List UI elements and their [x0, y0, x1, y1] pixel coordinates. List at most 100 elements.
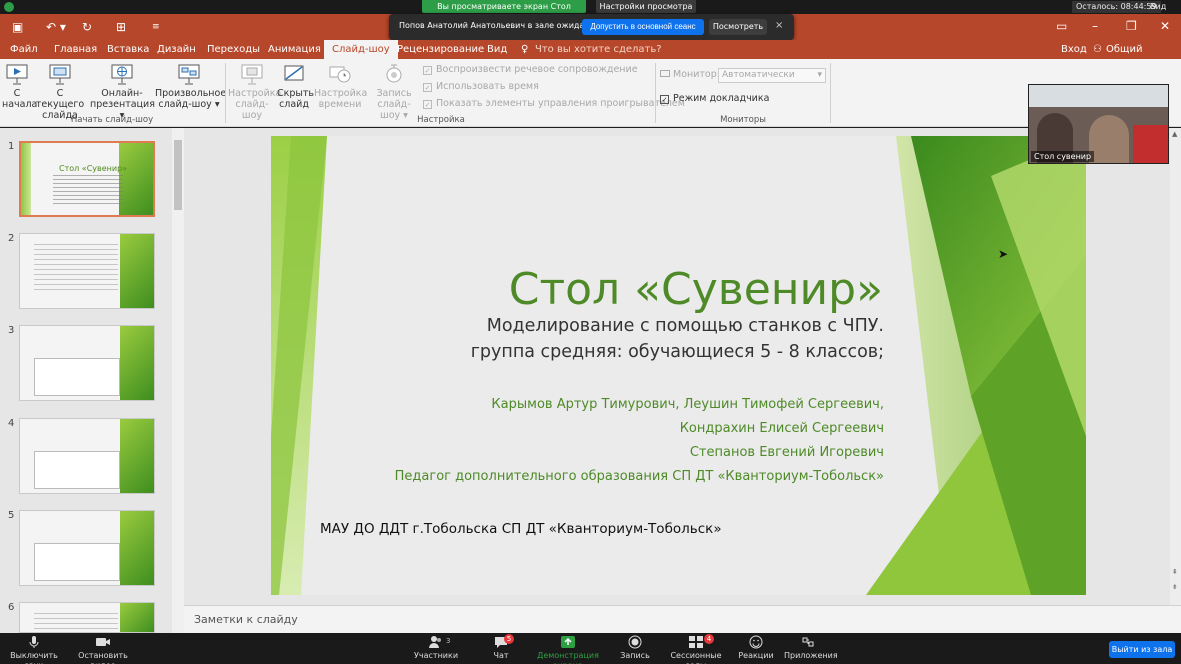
ribbon-body: Сначала С текущего слайда Онлайн-презента…: [0, 59, 1181, 127]
setup-slideshow-button[interactable]: Настройка слайд-шоу: [228, 63, 281, 121]
shield-icon[interactable]: [4, 2, 14, 12]
participant-video-tile[interactable]: Стол сувенир: [1028, 84, 1169, 164]
group-label-setup: Настройка: [417, 115, 465, 125]
chat-button[interactable]: Чат 5: [486, 634, 516, 661]
slide-thumbnail-5[interactable]: [19, 510, 155, 586]
slide-thumbnails-pane: 1 Стол «Сувенир» 2 3 4 5 6: [0, 128, 172, 633]
thumb-number: 5: [8, 510, 15, 521]
from-current-button[interactable]: С текущего слайда: [34, 63, 86, 121]
tab-slideshow[interactable]: Слайд-шоу: [324, 40, 398, 59]
slide-thumbnail-2[interactable]: [19, 233, 155, 309]
apps-button[interactable]: Приложения: [784, 635, 838, 661]
redo-icon[interactable]: ↻: [82, 18, 92, 36]
tab-file[interactable]: Файл: [10, 40, 38, 59]
breakout-rooms-icon: [689, 636, 703, 648]
notes-pane[interactable]: Заметки к слайду: [184, 605, 1181, 633]
undo-icon[interactable]: ↶ ▾: [46, 18, 66, 36]
tell-me-search[interactable]: Что вы хотите сделать?: [535, 40, 662, 59]
leave-meeting-button[interactable]: Выйти из зала: [1109, 641, 1175, 658]
rehearse-timings-button[interactable]: Настройка времени: [314, 63, 367, 110]
share-screen-button[interactable]: Демонстрация экрана: [528, 635, 608, 664]
view-button[interactable]: Вид: [1150, 1, 1166, 13]
ribbon-tabs: Файл Главная Вставка Дизайн Переходы Ани…: [0, 40, 1181, 74]
participant-name: Стол сувенир: [1031, 151, 1095, 162]
close-window-icon[interactable]: ✕: [1160, 17, 1170, 35]
share-screen-icon: [561, 636, 575, 648]
ribbon-display-icon[interactable]: ▭: [1056, 17, 1067, 35]
breakout-badge: 4: [704, 634, 714, 644]
slideshow-start-icon: [6, 64, 28, 85]
chat-badge: 5: [504, 634, 514, 644]
slide-thumbnail-1[interactable]: Стол «Сувенир»: [19, 141, 155, 217]
timings-checkbox[interactable]: ✓ Использовать время: [423, 81, 539, 92]
smiley-icon: [749, 635, 763, 649]
group-label-monitors: Мониторы: [720, 115, 766, 125]
slide-authors-1: Карымов Артур Тимурович, Леушин Тимофей …: [491, 397, 884, 412]
notes-placeholder: Заметки к слайду: [194, 613, 298, 626]
slide-thumbnail-3[interactable]: [19, 325, 155, 401]
narration-checkbox[interactable]: ✓ Воспроизвести речевое сопровождение: [423, 64, 638, 75]
apps-icon: [802, 637, 814, 647]
signin-link[interactable]: Вход: [1061, 40, 1087, 59]
lightbulb-icon: ♀: [521, 44, 529, 55]
thumb-number: 4: [8, 418, 15, 429]
mouse-cursor-icon: ➤: [998, 247, 1009, 261]
prev-slide-icon[interactable]: ⇞: [1172, 568, 1178, 576]
online-presentation-button[interactable]: Онлайн-презентация ▾: [90, 63, 155, 121]
scroll-up-icon[interactable]: ▲: [1172, 130, 1177, 138]
thumb-title: Стол «Сувенир»: [59, 164, 128, 173]
close-icon[interactable]: ×: [775, 20, 783, 31]
slide-organization: МАУ ДО ДДТ г.Тобольска СП ДТ «Кванториум…: [320, 521, 722, 537]
participants-button[interactable]: Участники 3: [414, 635, 458, 661]
participants-count: 3: [446, 637, 451, 645]
customize-toolbar-icon[interactable]: ≡: [152, 18, 160, 36]
presentation-icon[interactable]: ⊞: [116, 18, 126, 36]
thumbnails-scrollbar[interactable]: [172, 128, 184, 633]
tab-design[interactable]: Дизайн: [157, 40, 196, 59]
slide-thumbnail-4[interactable]: [19, 418, 155, 494]
slide-subtitle-2: группа средняя: обучающиеся 5 - 8 классо…: [470, 342, 884, 362]
from-beginning-button[interactable]: Сначала: [2, 63, 37, 110]
camera-icon: [96, 638, 110, 646]
slide-authors-2: Кондрахин Елисей Сергеевич: [679, 421, 884, 436]
tab-insert[interactable]: Вставка: [107, 40, 149, 59]
zoom-top-bar: Вы просматриваете экран Стол сувенир Нас…: [0, 0, 1181, 24]
record-button[interactable]: Запись: [618, 635, 652, 661]
slide-teacher: Педагог дополнительного образования СП Д…: [394, 469, 884, 484]
record-slideshow-button[interactable]: Запись слайд-шоу ▾: [368, 63, 420, 121]
presenter-view-checkbox[interactable]: ✓ Режим докладчика: [660, 93, 769, 104]
next-slide-icon[interactable]: ⇟: [1172, 583, 1178, 591]
editor-scrollbar[interactable]: ▲ ⇞ ⇟: [1170, 128, 1181, 605]
zoom-meeting-toolbar: Выключить звук Остановить видео Участник…: [0, 633, 1181, 664]
record-circle-icon: [628, 635, 642, 649]
monitor-select[interactable]: Автоматически ▾: [718, 68, 826, 83]
hide-slide-button[interactable]: Скрыть слайд: [277, 63, 314, 110]
maximize-icon[interactable]: ❐: [1126, 17, 1137, 35]
thumb-number: 3: [8, 325, 15, 336]
view-waiting-button[interactable]: Посмотреть: [709, 19, 767, 35]
tab-home[interactable]: Главная: [54, 40, 97, 59]
custom-show-icon: [178, 64, 200, 85]
screen-share-banner: Вы просматриваете экран Стол сувенир: [422, 0, 586, 24]
media-controls-checkbox[interactable]: ✓ Показать элементы управления проигрыват…: [423, 98, 685, 109]
tab-transitions[interactable]: Переходы: [207, 40, 260, 59]
slide-thumbnail-6[interactable]: [19, 602, 155, 633]
reactions-button[interactable]: Реакции: [738, 635, 774, 661]
stop-video-button[interactable]: Остановить видео: [70, 635, 136, 664]
mute-button[interactable]: Выключить звук: [4, 635, 64, 664]
tab-animations[interactable]: Анимация: [268, 40, 321, 59]
save-icon[interactable]: ▣: [12, 18, 23, 36]
group-label-start: Начать слайд-шоу: [70, 115, 154, 125]
custom-slideshow-button[interactable]: Произвольное слайд-шоу ▾: [155, 63, 226, 110]
minimize-icon[interactable]: –: [1092, 17, 1098, 35]
current-slide[interactable]: Стол «Сувенир» Моделирование с помощью с…: [271, 136, 1086, 595]
tab-view[interactable]: Вид: [487, 40, 507, 59]
record-icon: [386, 64, 402, 83]
admit-button[interactable]: Допустить в основной сеанс: [582, 19, 704, 35]
tab-review[interactable]: Рецензирование: [397, 40, 484, 59]
breakout-rooms-button[interactable]: Сессионные залы 4: [662, 634, 730, 664]
slide-title: Стол «Сувенир»: [508, 264, 883, 315]
view-options-button[interactable]: Настройки просмотра ⌄: [596, 0, 696, 24]
thumb-number: 6: [8, 602, 15, 613]
share-icon: ⚇: [1093, 44, 1102, 55]
